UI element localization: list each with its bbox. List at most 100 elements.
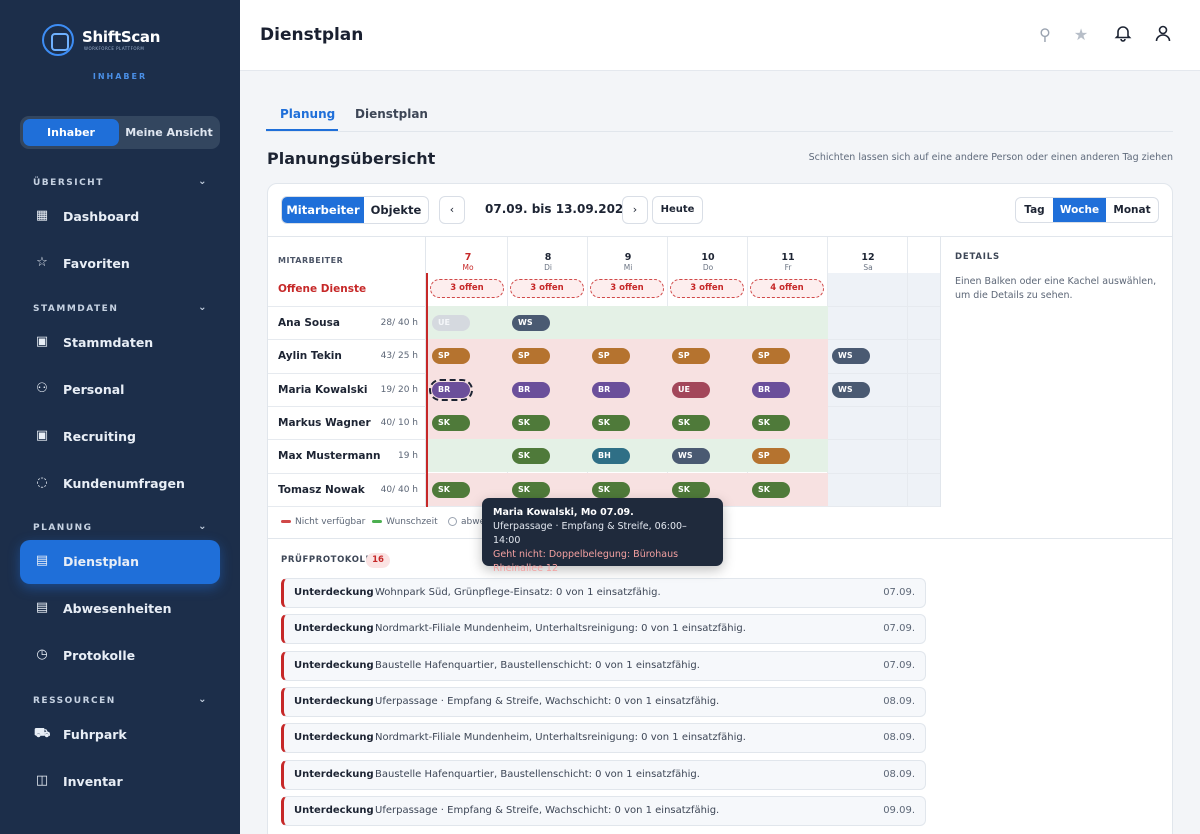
shift-pill[interactable]: SK (672, 414, 710, 431)
employee-name[interactable]: Ana Sousa (278, 317, 340, 329)
day-number: 10 (701, 252, 715, 263)
employee-name[interactable]: Maria Kowalski (278, 384, 367, 396)
entry-date: 09.09. (883, 804, 915, 816)
sidebar-item-label: Recruiting (63, 429, 136, 444)
sidebar-item-stammdaten[interactable]: ▣ Stammdaten (20, 321, 220, 365)
today-button[interactable]: Heute (652, 196, 703, 224)
section-planung[interactable]: PLANUNG ⌄ (33, 521, 208, 533)
view-objekte[interactable]: Objekte (364, 197, 428, 223)
period-monat[interactable]: Monat (1106, 198, 1158, 222)
day-weekday: Mo (462, 263, 474, 272)
user-icon[interactable] (1152, 24, 1174, 46)
shift-pill[interactable]: WS (512, 315, 550, 331)
shift-pill[interactable]: UE (432, 315, 470, 331)
shift-pill[interactable]: SP (672, 348, 710, 365)
legend-unavailable: Nicht verfügbar (281, 517, 365, 527)
chevron-down-icon: ⌄ (198, 694, 208, 705)
shift-pill[interactable]: SK (512, 481, 550, 498)
protocol-entry[interactable]: Unterdeckung Nordmarkt-Filiale Mundenheim… (281, 614, 926, 645)
shift-pill[interactable]: SK (752, 414, 790, 431)
role-toggle-my-view[interactable]: Meine Ansicht (121, 119, 217, 146)
shift-pill[interactable]: BR (752, 381, 790, 398)
sidebar-item-inventar[interactable]: ◫ Inventar (20, 760, 220, 804)
tab-planung[interactable]: Planung (280, 107, 335, 121)
open-shift-chip[interactable]: 4 offen (750, 279, 824, 298)
protocol-entry[interactable]: Unterdeckung Baustelle Hafenquartier, Bau… (281, 650, 926, 681)
shift-pill[interactable]: SK (592, 481, 630, 498)
employee-name[interactable]: Markus Wagner (278, 417, 371, 429)
employee-column-header: MITARBEITER (278, 256, 344, 265)
day-number: 11 (781, 252, 795, 263)
entry-type: Unterdeckung (294, 768, 374, 780)
day-weekday: Mi (623, 263, 633, 272)
shift-pill[interactable]: BR (592, 381, 630, 398)
shift-pill[interactable]: BR (429, 378, 473, 401)
sidebar-item-dashboard[interactable]: ▦ Dashboard (20, 195, 220, 239)
protocol-entry[interactable]: Unterdeckung Wohnpark Süd, Grünpflege-Ein… (281, 578, 926, 608)
shift-pill[interactable]: SP (512, 348, 550, 365)
sidebar-item-personal[interactable]: ⚇ Personal (20, 368, 220, 412)
open-shift-chip[interactable]: 3 offen (510, 279, 584, 298)
shift-pill[interactable]: SK (432, 414, 470, 431)
star-icon[interactable]: ★ (1070, 24, 1092, 46)
shift-pill[interactable]: SK (592, 414, 630, 431)
section-overview[interactable]: ÜBERSICHT ⌄ (33, 176, 208, 188)
employee-name[interactable]: Tomasz Nowak (278, 484, 365, 496)
sidebar-item-abwesenheiten[interactable]: ▤ Abwesenheiten (20, 587, 220, 631)
open-shift-chip[interactable]: 3 offen (590, 279, 664, 298)
shift-pill[interactable]: UE (672, 381, 710, 398)
sidebar-item-fuhrpark[interactable]: ⛟ Fuhrpark (20, 713, 220, 757)
next-week-button[interactable]: › (622, 196, 648, 224)
tooltip-line: Uferpassage · Empfang & Streife, 06:00–1… (493, 521, 687, 546)
protocol-title: PRÜFPROTOKOLL (281, 555, 372, 565)
period-tag[interactable]: Tag (1016, 198, 1053, 222)
day-weekday: Di (544, 263, 552, 272)
bell-icon[interactable] (1112, 24, 1134, 46)
shift-pill[interactable]: BH (592, 448, 630, 465)
shift-pill[interactable]: SP (752, 448, 790, 465)
open-shift-chip[interactable]: 3 offen (430, 279, 504, 298)
pin-icon[interactable]: ⚲ (1034, 24, 1056, 46)
shift-pill[interactable]: BR (512, 381, 550, 398)
protocol-entry[interactable]: Unterdeckung Nordmarkt-Filiale Mundenheim… (281, 723, 926, 754)
sidebar-item-dienstplan[interactable]: ▤ Dienstplan (20, 540, 220, 584)
shift-pill[interactable]: WS (672, 448, 710, 465)
shift-pill[interactable]: SK (512, 448, 550, 465)
shift-pill[interactable]: SP (752, 348, 790, 365)
protocol-entry[interactable]: Unterdeckung Uferpassage · Empfang & Stre… (281, 686, 926, 717)
entry-date: 07.09. (883, 659, 915, 671)
shift-pill[interactable]: SK (672, 481, 710, 498)
entry-date: 07.09. (883, 587, 915, 598)
protocol-entry[interactable]: Unterdeckung Baustelle Hafenquartier, Bau… (281, 759, 926, 790)
tab-dienstplan[interactable]: Dienstplan (355, 107, 428, 121)
protocol-entry[interactable]: Unterdeckung Uferpassage · Empfang & Stre… (281, 795, 926, 826)
entry-text: Uferpassage · Empfang & Streife, Wachsch… (375, 695, 720, 707)
sidebar-item-label: Fuhrpark (63, 727, 127, 742)
sidebar-item-protokolle[interactable]: ◷ Protokolle (20, 634, 220, 678)
employee-hours: 40/ 40 h (380, 484, 418, 495)
shift-pill[interactable]: SK (752, 481, 790, 498)
employee-name[interactable]: Aylin Tekin (278, 350, 342, 362)
section-stammdaten[interactable]: STAMMDATEN ⌄ (33, 302, 208, 314)
period-woche[interactable]: Woche (1053, 198, 1106, 222)
entry-type: Unterdeckung (294, 804, 374, 816)
sidebar-item-favoriten[interactable]: ☆ Favoriten (20, 242, 220, 286)
availability-band (668, 306, 828, 340)
shift-pill[interactable]: WS (832, 348, 870, 365)
logo-icon (42, 24, 74, 56)
date-range: 07.09. bis 13.09.2026 (485, 202, 632, 216)
shift-pill[interactable]: WS (832, 381, 870, 398)
shift-pill[interactable]: SP (432, 348, 470, 365)
shift-pill[interactable]: SP (592, 348, 630, 365)
sidebar-item-recruiting[interactable]: ▣ Recruiting (20, 415, 220, 459)
details-text: Einen Balken oder eine Kachel auswählen,… (955, 276, 1157, 301)
employee-name[interactable]: Max Mustermann (278, 450, 380, 462)
section-ressourcen[interactable]: RESSOURCEN ⌄ (33, 694, 208, 706)
shift-pill[interactable]: SK (432, 481, 470, 498)
role-toggle-owner[interactable]: Inhaber (23, 119, 119, 146)
view-mitarbeiter[interactable]: Mitarbeiter (282, 197, 364, 223)
sidebar-item-kundenumfragen[interactable]: ◌ Kundenumfragen (20, 462, 220, 506)
prev-week-button[interactable]: ‹ (439, 196, 465, 224)
shift-pill[interactable]: SK (512, 414, 550, 431)
open-shift-chip[interactable]: 3 offen (670, 279, 744, 298)
